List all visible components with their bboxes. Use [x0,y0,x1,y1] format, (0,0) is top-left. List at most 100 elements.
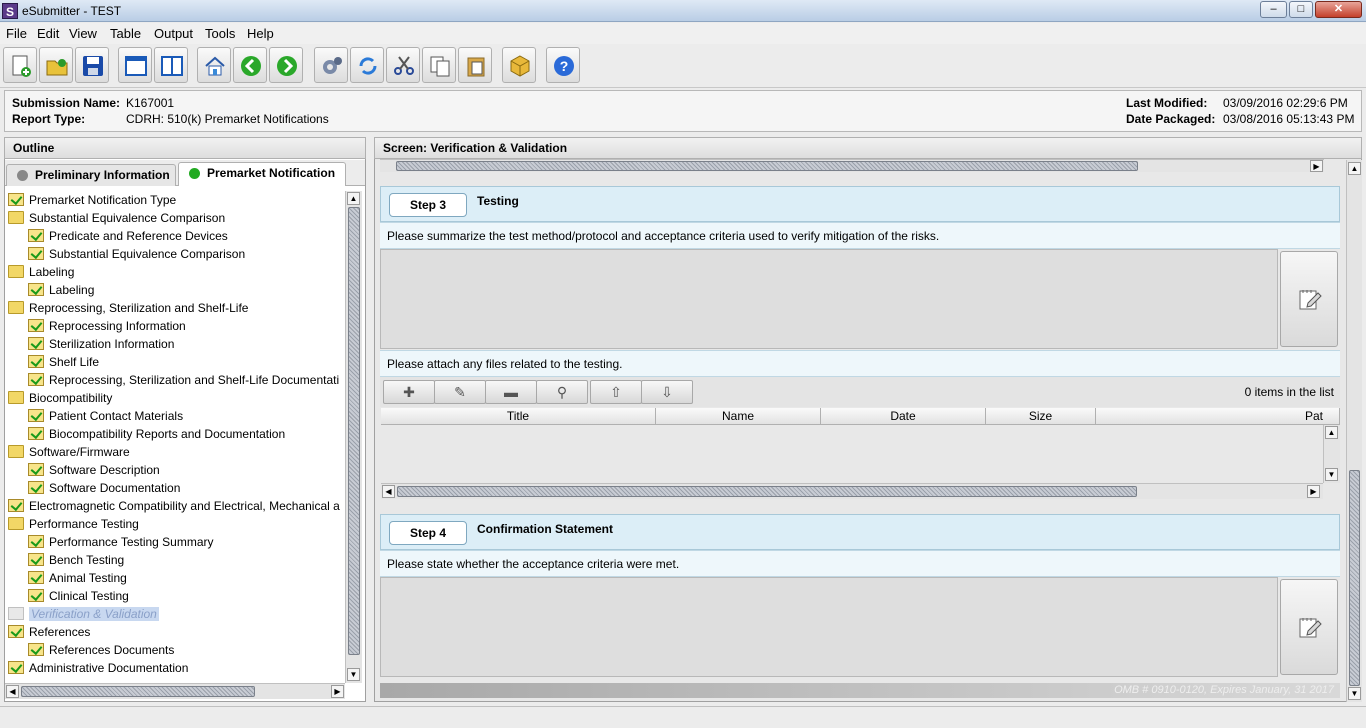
tree-item[interactable]: Biocompatibility Reports and Documentati… [28,425,285,443]
tree-item[interactable]: Reprocessing Information [28,317,186,335]
menu-output[interactable]: Output [154,26,193,41]
settings-button[interactable] [314,47,348,83]
package-button[interactable] [502,47,536,83]
copy-button[interactable] [422,47,456,83]
attachment-list[interactable] [381,425,1323,483]
maximize-button[interactable]: □ [1289,1,1313,18]
column-title[interactable]: Title [381,408,656,425]
tree-item[interactable]: Biocompatibility [8,389,112,407]
menu-edit[interactable]: Edit [37,26,59,41]
tree-item[interactable]: Sterilization Information [28,335,174,353]
attachment-vertical-scrollbar[interactable]: ▲ ▼ [1323,425,1340,483]
outline-vertical-scrollbar[interactable]: ▲ ▼ [345,191,362,683]
close-button[interactable]: ✕ [1315,1,1362,18]
column-size[interactable]: Size [986,408,1096,425]
menu-tools[interactable]: Tools [205,26,235,41]
step-3-text-area[interactable] [380,249,1278,349]
menu-table[interactable]: Table [110,26,141,41]
tree-item[interactable]: Electromagnetic Compatibility and Electr… [8,497,340,515]
refresh-button[interactable] [350,47,384,83]
scroll-left-arrow-icon[interactable]: ◀ [382,485,395,498]
scroll-right-arrow-icon[interactable]: ▶ [1310,160,1323,172]
scroll-right-arrow-icon[interactable]: ▶ [1307,485,1320,498]
move-down-button[interactable]: ⇩ [641,380,693,404]
paste-button[interactable] [458,47,492,83]
tree-item[interactable]: Substantial Equivalence Comparison [28,245,245,263]
scroll-down-arrow-icon[interactable]: ▼ [1348,687,1361,700]
tree-item[interactable]: Performance Testing Summary [28,533,214,551]
scroll-left-arrow-icon[interactable]: ◀ [6,685,19,698]
tree-item[interactable]: Premarket Notification Type [8,191,176,209]
tab-preliminary-information[interactable]: Preliminary Information [6,164,176,186]
tree-item[interactable]: Substantial Equivalence Comparison [8,209,225,227]
screen-header: Screen: Verification & Validation [374,137,1362,159]
add-file-button[interactable]: ✚ [383,380,435,404]
tree-item[interactable]: Bench Testing [28,551,124,569]
window-icon [125,56,147,76]
scroll-thumb[interactable] [21,686,255,697]
scroll-thumb[interactable] [348,207,360,655]
tree-item[interactable]: Shelf Life [28,353,99,371]
scroll-up-arrow-icon[interactable]: ▲ [1348,162,1361,175]
step-4-text-area[interactable] [380,577,1278,677]
home-button[interactable] [197,47,231,83]
window-button[interactable] [118,47,152,83]
tree-item[interactable]: Patient Contact Materials [28,407,183,425]
tree-item[interactable]: Verification & Validation [8,605,159,623]
tree-item[interactable]: Clinical Testing [28,587,129,605]
tree-item[interactable]: Animal Testing [28,569,127,587]
outline-header: Outline [4,137,366,159]
tree-item[interactable]: References Documents [28,641,174,659]
scroll-up-arrow-icon[interactable]: ▲ [1325,426,1338,439]
remove-file-button[interactable]: ▬ [485,380,537,404]
screen-top-horizontal-scrollbar[interactable]: ▶ [380,159,1324,172]
date-packaged-value: 03/08/2016 05:13:43 PM [1223,112,1355,126]
step-4-edit-button[interactable] [1280,579,1338,675]
tree-item[interactable]: Reprocessing, Sterilization and Shelf-Li… [28,371,339,389]
screen-vertical-scrollbar[interactable]: ▲ ▼ [1346,160,1362,702]
tree-item[interactable]: Reprocessing, Sterilization and Shelf-Li… [8,299,248,317]
tree-item[interactable]: Software/Firmware [8,443,130,461]
svg-text:?: ? [560,58,569,74]
tab-premarket-notification[interactable]: Premarket Notification [178,162,346,186]
split-view-button[interactable] [154,47,188,83]
column-path[interactable]: Pat [1096,408,1340,425]
help-button[interactable]: ? [546,47,580,83]
attachment-horizontal-scrollbar[interactable]: ◀ ▶ [381,483,1323,499]
column-date[interactable]: Date [821,408,986,425]
view-file-button[interactable]: ⚲ [536,380,588,404]
scroll-up-arrow-icon[interactable]: ▲ [347,192,360,205]
title-bar: S eSubmitter - TEST – □ ✕ [0,0,1366,22]
outline-horizontal-scrollbar[interactable]: ◀ ▶ [5,683,345,699]
tree-item[interactable]: References [8,623,90,641]
menu-view[interactable]: View [69,26,97,41]
save-button[interactable] [75,47,109,83]
scroll-right-arrow-icon[interactable]: ▶ [331,685,344,698]
menu-help[interactable]: Help [247,26,274,41]
tree-item[interactable]: Performance Testing [8,515,139,533]
new-document-button[interactable] [3,47,37,83]
tree-item[interactable]: Software Description [28,461,160,479]
cut-button[interactable] [386,47,420,83]
column-name[interactable]: Name [656,408,821,425]
scroll-down-arrow-icon[interactable]: ▼ [1325,468,1338,481]
move-up-button[interactable]: ⇧ [590,380,642,404]
minimize-button[interactable]: – [1260,1,1287,18]
scroll-thumb[interactable] [397,486,1137,497]
open-button[interactable] [39,47,73,83]
scroll-down-arrow-icon[interactable]: ▼ [347,668,360,681]
tree-item[interactable]: Predicate and Reference Devices [28,227,228,245]
scroll-thumb[interactable] [396,161,1138,171]
step-3-edit-button[interactable] [1280,251,1338,347]
tree-item[interactable]: Administrative Documentation [8,659,188,677]
back-button[interactable] [233,47,267,83]
forward-button[interactable] [269,47,303,83]
paste-icon [467,57,485,77]
tree-item[interactable]: Software Documentation [28,479,180,497]
tree-item[interactable]: Labeling [8,263,74,281]
date-packaged-label: Date Packaged: [1126,112,1216,126]
edit-file-button[interactable]: ✎ [434,380,486,404]
scroll-thumb[interactable] [1349,470,1360,686]
tree-item[interactable]: Labeling [28,281,94,299]
menu-file[interactable]: File [6,26,27,41]
